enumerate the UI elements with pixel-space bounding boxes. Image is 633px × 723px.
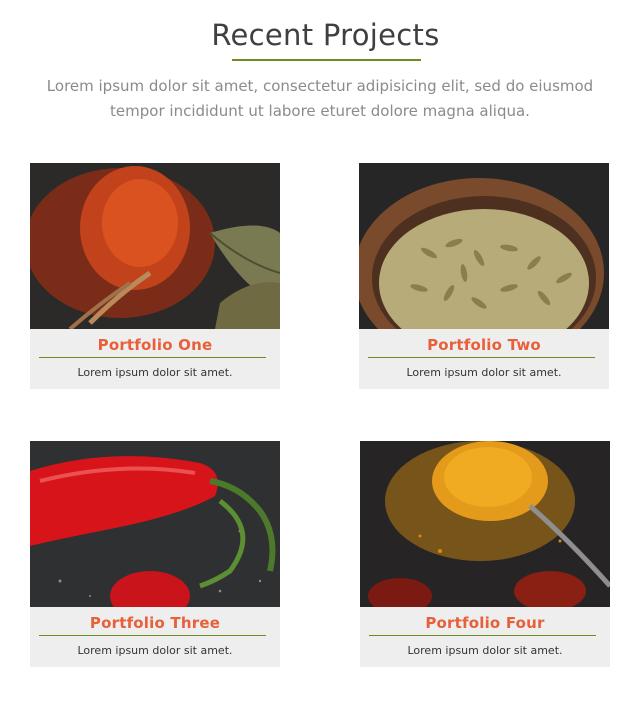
portfolio-title[interactable]: Portfolio Three: [30, 614, 280, 632]
turmeric-spoon-image[interactable]: [360, 441, 610, 607]
fennel-seeds-bowl-image[interactable]: [359, 163, 609, 329]
title-underline: [232, 59, 421, 61]
paprika-spoon-image[interactable]: [30, 163, 280, 329]
portfolio-card-2[interactable]: Portfolio Two Lorem ipsum dolor sit amet…: [359, 163, 609, 389]
card-divider: [369, 635, 596, 636]
section-title: Recent Projects: [211, 18, 440, 52]
portfolio-text: Lorem ipsum dolor sit amet.: [407, 644, 563, 657]
portfolio-card-3[interactable]: Portfolio Three Lorem ipsum dolor sit am…: [30, 441, 280, 667]
portfolio-card-4[interactable]: Portfolio Four Lorem ipsum dolor sit ame…: [360, 441, 610, 667]
portfolio-text: Lorem ipsum dolor sit amet.: [77, 644, 233, 657]
portfolio-text: Lorem ipsum dolor sit amet.: [77, 366, 233, 379]
card-divider: [368, 357, 595, 358]
card-divider: [39, 635, 266, 636]
section-intro: Lorem ipsum dolor sit amet, consectetur …: [46, 77, 594, 120]
portfolio-title[interactable]: Portfolio One: [30, 336, 280, 354]
portfolio-card-1[interactable]: Portfolio One Lorem ipsum dolor sit amet…: [30, 163, 280, 389]
portfolio-title[interactable]: Portfolio Four: [360, 614, 610, 632]
portfolio-title[interactable]: Portfolio Two: [359, 336, 609, 354]
card-divider: [39, 357, 266, 358]
portfolio-text: Lorem ipsum dolor sit amet.: [406, 366, 562, 379]
red-chili-pepper-image[interactable]: [30, 441, 280, 607]
